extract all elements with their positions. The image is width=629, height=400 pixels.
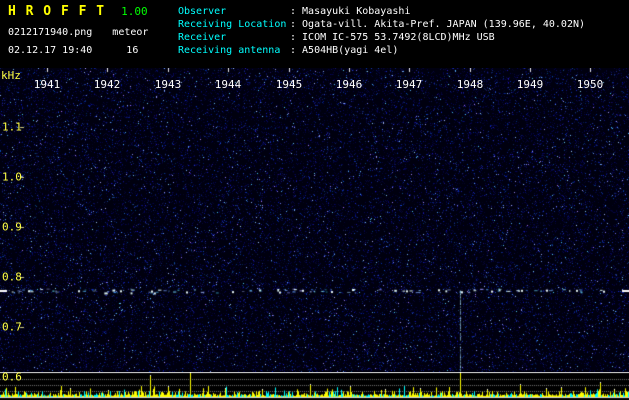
info-row: Observer : Masayuki Kobayashi <box>178 5 585 18</box>
freq-tick-label: 0.7 <box>2 320 22 334</box>
app-title: H R O F F T <box>8 4 106 19</box>
info-value: : A504HB(yagi 4el) <box>290 45 399 56</box>
file-row: 0212171940.png meteor <box>8 27 148 38</box>
info-label: Receiving antenna <box>178 45 281 56</box>
hrofft-screen: H R O F F T 1.00 0212171940.png meteor 0… <box>0 0 629 400</box>
time-tick-label: 1946 <box>335 78 363 91</box>
freq-unit-label: kHz <box>1 69 21 82</box>
freq-tick-label: 1.0 <box>2 170 22 184</box>
time-tick-label: 1943 <box>154 78 182 91</box>
info-row: Receiving Location: Ogata-vill. Akita-Pr… <box>178 18 585 31</box>
header: H R O F F T 1.00 0212171940.png meteor 0… <box>0 0 629 68</box>
freq-tick-label: 0.6 <box>2 370 22 384</box>
time-row: 02.12.17 19:40 16 <box>8 45 138 56</box>
info-label: Receiver <box>178 32 227 43</box>
freq-tick-label: 1.1 <box>2 120 22 134</box>
time-tick-label: 1950 <box>576 78 604 91</box>
time-tick-label: 1942 <box>93 78 121 91</box>
spectrogram-plot: kHz 1941 1942 1943 1944 1945 1946 1947 1… <box>0 68 629 400</box>
info-label: Observer <box>178 6 227 17</box>
output-filename: 0212171940.png <box>8 27 93 38</box>
time-tick-label: 1949 <box>516 78 544 91</box>
freq-tick-label: 0.8 <box>2 270 22 284</box>
time-tick-label: 1944 <box>214 78 242 91</box>
app-version: 1.00 <box>121 5 148 18</box>
spectrogram-canvas <box>0 68 629 372</box>
info-value: : Masayuki Kobayashi <box>290 6 411 17</box>
datetime-label: 02.12.17 19:40 <box>8 45 93 56</box>
info-row: Receiver : ICOM IC-575 53.7492(8LCD)MHz U… <box>178 31 585 44</box>
mode-label: meteor <box>112 27 149 38</box>
info-row: Receiving antenna : A504HB(yagi 4el) <box>178 44 585 57</box>
freq-tick-label: 0.9 <box>2 220 22 234</box>
station-info: Observer : Masayuki Kobayashi Receiving L… <box>178 5 585 57</box>
title-row: H R O F F T 1.00 <box>8 4 148 19</box>
time-tick-label: 1948 <box>456 78 484 91</box>
time-tick-label: 1941 <box>33 78 61 91</box>
echo-count: 16 <box>126 45 139 56</box>
info-value: : Ogata-vill. Akita-Pref. JAPAN (139.96E… <box>290 19 586 30</box>
info-label: Receiving Location <box>178 19 287 30</box>
info-value: : ICOM IC-575 53.7492(8LCD)MHz USB <box>290 32 495 43</box>
time-tick-label: 1947 <box>395 78 423 91</box>
amplitude-strip-canvas <box>0 372 629 400</box>
time-tick-label: 1945 <box>275 78 303 91</box>
